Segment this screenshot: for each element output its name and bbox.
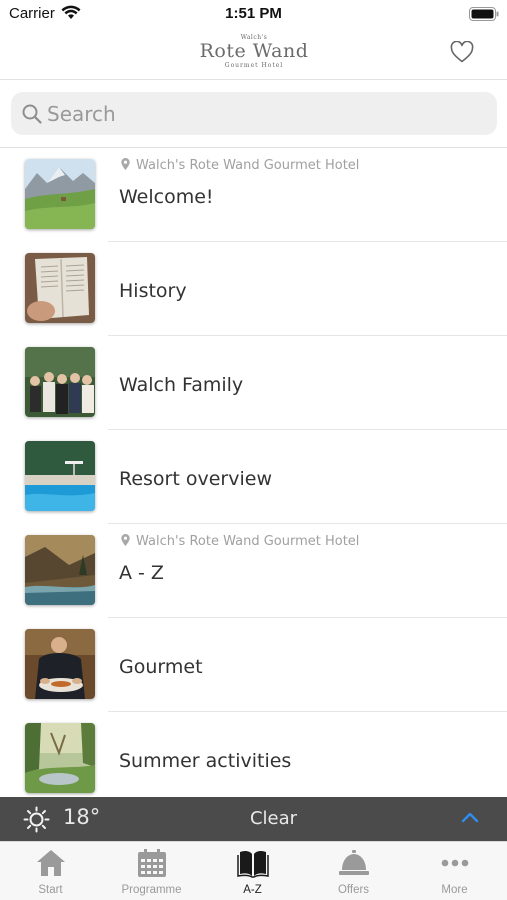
list-item-gourmet[interactable]: Gourmet — [0, 618, 507, 712]
list-item-title: Welcome! — [119, 186, 214, 208]
list-item-history[interactable]: History — [0, 242, 507, 336]
calendar-icon — [138, 849, 166, 877]
list-item-title: Gourmet — [119, 656, 203, 678]
tab-start[interactable]: Start — [0, 842, 101, 900]
resort-overview-thumbnail — [25, 441, 95, 511]
service-bell-icon — [339, 850, 369, 875]
gourmet-thumbnail — [25, 629, 95, 699]
weather-bar[interactable]: 18° Clear — [0, 797, 507, 841]
a-z-thumbnail — [25, 535, 95, 605]
list-item-a-z[interactable]: Walch's Rote Wand Gourmet Hotel A - Z — [0, 524, 507, 618]
location-pin-icon — [121, 158, 130, 170]
status-time: 1:51 PM — [225, 5, 282, 22]
weather-condition: Clear — [249, 808, 298, 829]
list-item-summer-activities[interactable]: Summer activities — [0, 712, 507, 806]
location-pin-icon — [121, 534, 130, 546]
tab-offers[interactable]: Offers — [303, 842, 404, 900]
welcome-thumbnail — [25, 159, 95, 229]
list-item-location: Walch's Rote Wand Gourmet Hotel — [121, 534, 359, 549]
tab-label: Programme — [121, 884, 182, 896]
tab-label: More — [441, 884, 468, 896]
tab-more[interactable]: More — [404, 842, 505, 900]
list-item-title: Walch Family — [119, 374, 244, 396]
home-icon — [37, 850, 65, 876]
tab-a-z[interactable]: A-Z — [202, 842, 303, 900]
search-icon — [22, 104, 42, 124]
list-item-resort-overview[interactable]: Resort overview — [0, 430, 507, 524]
search-input[interactable] — [47, 92, 477, 135]
status-bar: Carrier 1:51 PM — [0, 0, 507, 28]
more-dots-icon — [441, 859, 469, 867]
logo-main-text: Rote Wand — [199, 40, 309, 62]
list-item-title: Summer activities — [119, 750, 292, 772]
logo-sub-text: Gourmet Hotel — [224, 62, 284, 69]
list-item-subtitle: Walch's Rote Wand Gourmet Hotel — [136, 158, 360, 173]
battery-icon — [469, 7, 499, 21]
tab-programme[interactable]: Programme — [101, 842, 202, 900]
tab-label: A-Z — [243, 884, 262, 896]
walch-family-thumbnail — [25, 347, 95, 417]
list-item-walch-family[interactable]: Walch Family — [0, 336, 507, 430]
tab-bar: Start Programme A-Z Offers More — [0, 841, 507, 900]
list-item-welcome[interactable]: Walch's Rote Wand Gourmet Hotel Welcome! — [0, 148, 507, 242]
summer-activities-thumbnail — [25, 723, 95, 793]
chevron-up-icon[interactable] — [461, 810, 479, 824]
list-item-subtitle: Walch's Rote Wand Gourmet Hotel — [136, 534, 360, 549]
search-bar[interactable] — [11, 92, 497, 135]
list-item-title: History — [119, 280, 187, 302]
history-thumbnail — [25, 253, 95, 323]
list-item-location: Walch's Rote Wand Gourmet Hotel — [121, 158, 359, 173]
tab-label: Start — [38, 884, 63, 896]
tab-label: Offers — [337, 884, 370, 896]
hotel-logo[interactable]: Walch's Rote Wand Gourmet Hotel — [154, 34, 354, 70]
heart-icon[interactable] — [450, 41, 474, 63]
app-header: Walch's Rote Wand Gourmet Hotel — [0, 28, 507, 80]
list-item-title: A - Z — [119, 562, 164, 584]
book-icon — [237, 850, 269, 878]
list-item-title: Resort overview — [119, 468, 272, 490]
